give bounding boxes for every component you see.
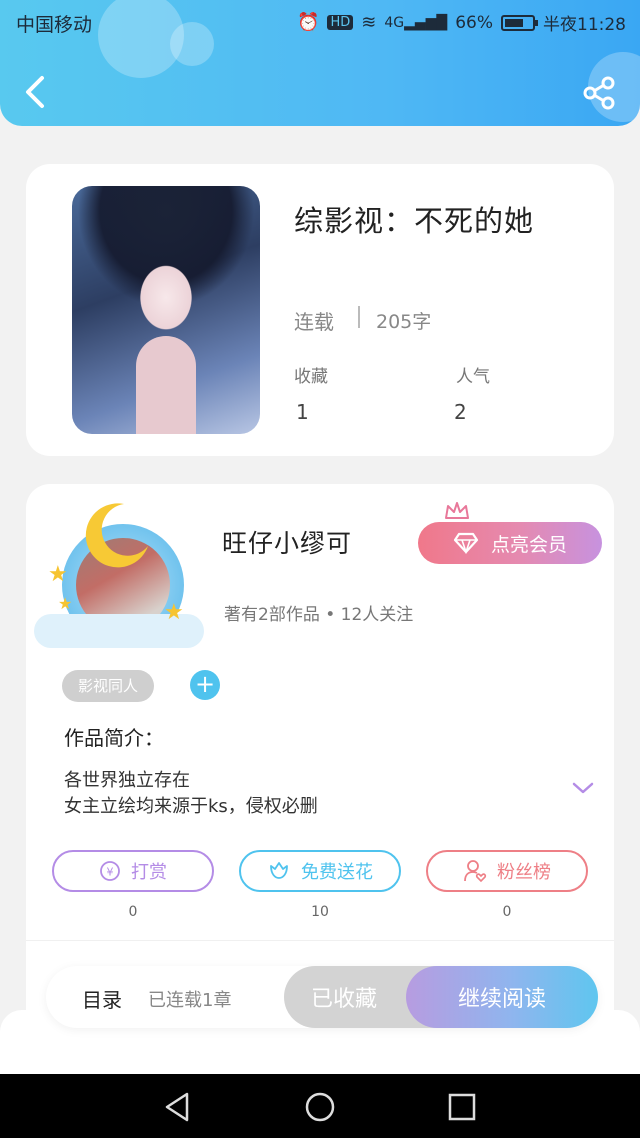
- user-heart-icon: [464, 860, 487, 883]
- intro-line: 各世界独立存在: [64, 770, 190, 791]
- add-tag-button[interactable]: +: [190, 670, 220, 700]
- 4g-signal-icon: 4G▂▄▆█: [384, 14, 448, 31]
- moon-icon: [85, 503, 148, 568]
- back-triangle-icon[interactable]: [160, 1090, 194, 1124]
- send-flower-label: 免费送花: [301, 862, 373, 883]
- author-name[interactable]: 旺仔小缪可: [222, 524, 352, 560]
- book-title: 综影视：不死的她: [294, 204, 535, 238]
- vip-button-label: 点亮会员: [490, 533, 567, 556]
- continue-reading-label: 继续阅读: [457, 987, 546, 1012]
- toc-button[interactable]: 目录: [82, 984, 122, 1013]
- home-circle-icon[interactable]: [303, 1090, 337, 1124]
- read-bar: 目录 已连载1章 已收藏 继续阅读: [46, 966, 598, 1028]
- stat-label-favorites: 收藏: [294, 367, 328, 387]
- system-nav-bar: [0, 1074, 640, 1138]
- fan-ranking-button[interactable]: 粉丝榜: [426, 850, 588, 892]
- cover-figure: [136, 336, 196, 434]
- svg-text:¥: ¥: [107, 866, 114, 879]
- send-flower-button[interactable]: 免费送花: [239, 850, 401, 892]
- author-avatar[interactable]: ★ ★ ★: [34, 498, 204, 648]
- intro-heading: 作品简介：: [64, 726, 164, 750]
- battery-percent: 66%: [455, 12, 493, 33]
- clock: 半夜11:28: [543, 15, 626, 35]
- intro-line: 女主立绘均来源于ks，侵权必删: [64, 796, 318, 817]
- status-icons: ⏰ HD ≋ 4G▂▄▆█ 66% 半夜11:28: [297, 10, 626, 35]
- collected-label: 已收藏: [310, 987, 377, 1012]
- battery-icon: [501, 14, 538, 31]
- tip-button[interactable]: ¥ 打赏: [52, 850, 214, 892]
- book-status: 连载: [294, 310, 334, 334]
- stat-label-popularity: 人气: [456, 367, 490, 387]
- recents-square-icon[interactable]: [445, 1090, 479, 1124]
- star-icon: ★: [164, 600, 184, 625]
- status-bar: 中国移动 ⏰ HD ≋ 4G▂▄▆█ 66% 半夜11:28: [0, 0, 640, 44]
- top-header: 中国移动 ⏰ HD ≋ 4G▂▄▆█ 66% 半夜11:28: [0, 0, 640, 126]
- book-cover-image[interactable]: [72, 186, 260, 434]
- tip-button-label: 打赏: [131, 862, 167, 883]
- status-divider: [358, 306, 360, 328]
- wifi-icon: ≋: [361, 12, 377, 33]
- fan-ranking-label: 粉丝榜: [497, 862, 551, 883]
- flower-icon: [270, 862, 288, 879]
- chevron-down-icon[interactable]: [572, 780, 594, 796]
- fan-count: 0: [502, 904, 512, 920]
- stat-value-popularity: 2: [454, 400, 467, 424]
- star-icon: ★: [48, 562, 68, 587]
- yen-coin-icon: ¥: [100, 861, 120, 881]
- star-icon: ★: [58, 594, 73, 613]
- share-button[interactable]: [582, 76, 616, 110]
- section-divider: [26, 940, 614, 941]
- genre-tag[interactable]: 影视同人: [62, 670, 155, 702]
- back-button[interactable]: [20, 74, 50, 110]
- alarm-icon: ⏰: [297, 12, 320, 33]
- diamond-icon: [453, 532, 479, 554]
- chapter-count: 已连载1章: [148, 990, 232, 1011]
- crown-icon: [445, 502, 469, 519]
- flower-count: 10: [311, 904, 329, 920]
- word-count: 205字: [376, 311, 432, 333]
- tip-count: 0: [128, 904, 138, 920]
- vip-button[interactable]: 点亮会员: [418, 522, 602, 564]
- book-info-card: 综影视：不死的她 连载 205字 收藏 1 人气 2: [26, 164, 614, 456]
- stat-value-favorites: 1: [296, 400, 309, 424]
- continue-reading-button[interactable]: 继续阅读: [406, 966, 598, 1028]
- author-meta: 著有2部作品 • 12人关注: [224, 605, 414, 625]
- hd-icon: HD: [327, 15, 354, 30]
- author-card: ★ ★ ★ 旺仔小缪可 著有2部作品 • 12人关注 点亮会员 影视同人 + 作…: [26, 484, 614, 1044]
- carrier-label: 中国移动: [16, 14, 93, 36]
